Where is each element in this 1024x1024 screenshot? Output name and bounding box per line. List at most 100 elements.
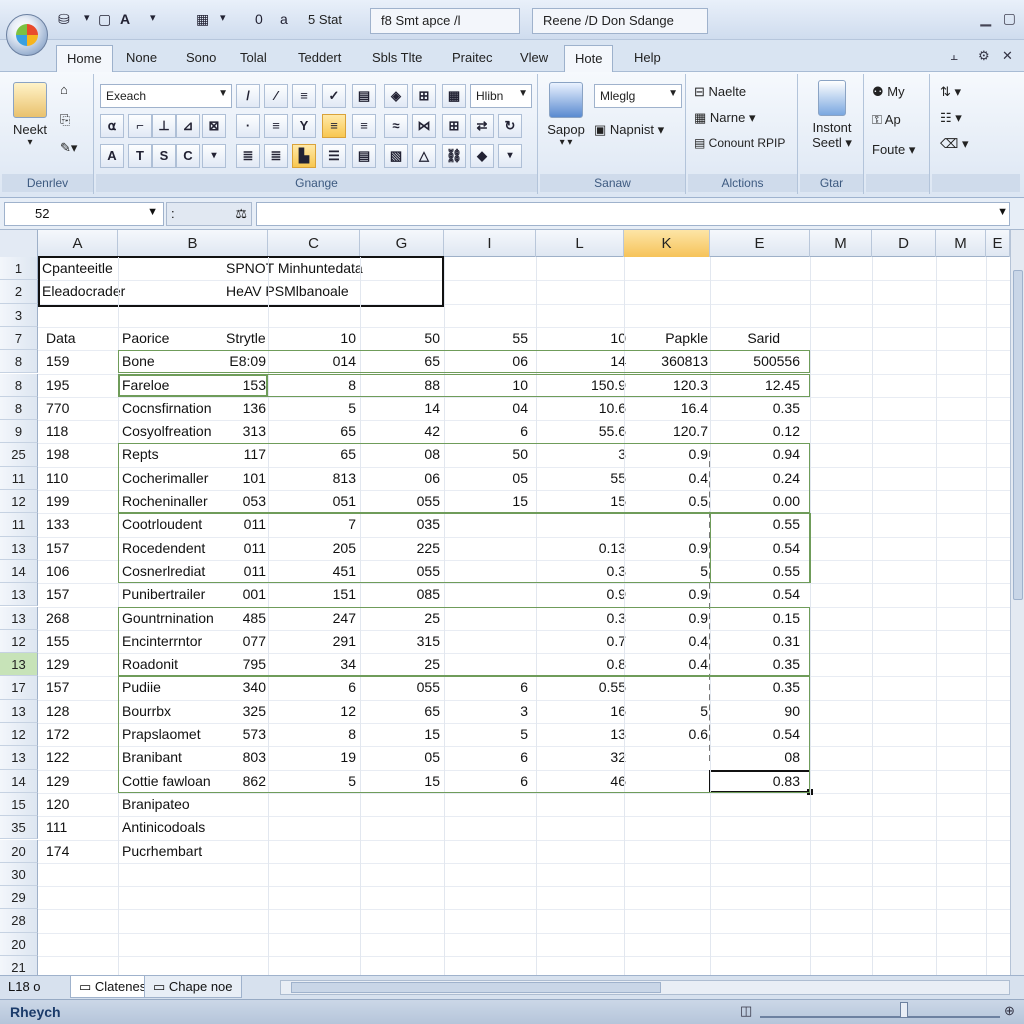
table-cell[interactable]: 485 xyxy=(200,610,266,626)
column-header[interactable]: G xyxy=(360,230,444,257)
merge-icon[interactable]: ⋈ xyxy=(412,114,436,138)
fill-down-icon[interactable]: ☷ ▾ xyxy=(940,110,962,126)
row-header[interactable]: 30 xyxy=(0,862,38,887)
table-cell[interactable]: 500556 xyxy=(720,353,800,369)
table-cell[interactable]: 0.55 xyxy=(720,563,800,579)
table-cell[interactable]: 122 xyxy=(46,749,69,765)
table-cell[interactable]: 5 xyxy=(470,726,528,742)
napnist-button[interactable]: ▣ Napnist ▾ xyxy=(594,122,664,138)
text-icon[interactable]: ⍺ xyxy=(100,114,124,138)
sheet-tab-2[interactable]: ▭ Chape noe xyxy=(144,976,242,998)
table-cell[interactable]: Punibertrailer xyxy=(122,586,205,602)
table-cell[interactable]: 5 xyxy=(630,563,708,579)
row-header[interactable]: 21 xyxy=(0,956,38,975)
fx-area[interactable]: : ⚖ xyxy=(166,202,252,226)
table-cell[interactable]: 0.35 xyxy=(720,400,800,416)
table-cell[interactable]: 055 xyxy=(380,493,440,509)
horizontal-scrollbar[interactable] xyxy=(280,980,1010,995)
row-header[interactable]: 15 xyxy=(0,792,38,817)
table-cell[interactable]: Cottie fawloan xyxy=(122,773,211,789)
font-name-combo[interactable]: Exeach ▼ xyxy=(100,84,232,108)
tab-sono[interactable]: Sono xyxy=(176,45,226,72)
table-cell[interactable]: 12.45 xyxy=(720,377,800,393)
table-header-cell[interactable]: Data xyxy=(46,330,76,346)
check-icon[interactable]: ✓ xyxy=(322,84,346,108)
table-cell[interactable]: 035 xyxy=(380,516,440,532)
table-cell[interactable]: Cootrloudent xyxy=(122,516,202,532)
row-header[interactable]: 13 xyxy=(0,746,38,770)
table-cell[interactable]: 05 xyxy=(380,749,440,765)
table-cell[interactable]: 325 xyxy=(200,703,266,719)
table-cell[interactable]: 25 xyxy=(380,610,440,626)
column-header[interactable]: K xyxy=(624,230,710,257)
refresh-icon[interactable]: ↻ xyxy=(498,114,522,138)
table-cell[interactable]: 6 xyxy=(470,749,528,765)
tab-tolal[interactable]: Tolal xyxy=(230,45,277,72)
row-header[interactable]: 35 xyxy=(0,816,38,840)
table-cell[interactable]: 15 xyxy=(560,493,626,509)
highlight-icon[interactable]: ≡ xyxy=(322,114,346,138)
column-header[interactable]: E xyxy=(986,230,1010,257)
row-header[interactable]: 28 xyxy=(0,909,38,933)
table-header-cell[interactable]: Strytle xyxy=(226,330,266,346)
table-cell[interactable]: 155 xyxy=(46,633,69,649)
table-cell[interactable]: 803 xyxy=(200,749,266,765)
table-cell[interactable]: Rocheninaller xyxy=(122,493,208,509)
row-header[interactable]: 8 xyxy=(0,373,38,397)
row-header[interactable]: 13 xyxy=(0,536,38,560)
table-cell[interactable]: 111 xyxy=(46,819,67,835)
zoom-in-icon[interactable]: ⊕ xyxy=(1004,1003,1015,1019)
link-icon[interactable]: ⛓ xyxy=(442,144,466,168)
table-cell[interactable]: Cocnsfirnation xyxy=(122,400,212,416)
table-cell[interactable]: 199 xyxy=(46,493,69,509)
row-header[interactable]: 1 xyxy=(0,257,38,281)
table-cell[interactable]: 0.4 xyxy=(630,633,708,649)
vertical-scrollbar[interactable] xyxy=(1010,230,1024,975)
table-cell[interactable]: 0.9 xyxy=(630,586,708,602)
table-cell[interactable]: 117 xyxy=(200,446,266,462)
office-button[interactable] xyxy=(6,14,48,56)
table-cell[interactable]: Rocedendent xyxy=(122,540,205,556)
right-icon[interactable]: ≣ xyxy=(264,144,288,168)
column-header[interactable]: A xyxy=(38,230,118,257)
table-header-cell[interactable]: 10 xyxy=(300,330,356,346)
select-all-corner[interactable] xyxy=(0,230,38,257)
sheet-tab-1[interactable]: ▭ Clatenes xyxy=(70,976,156,998)
table-cell[interactable]: 0.4 xyxy=(630,656,708,672)
table-cell[interactable]: 8 xyxy=(300,726,356,742)
diamond-icon[interactable]: ◆ xyxy=(470,144,494,168)
table-cell[interactable]: 6 xyxy=(470,773,528,789)
row-header[interactable]: 8 xyxy=(0,350,38,374)
tab-praitec[interactable]: Praitec xyxy=(442,45,502,72)
pin-icon[interactable]: ⫠ xyxy=(950,48,958,64)
fill-icon[interactable]: ▙ xyxy=(292,144,316,168)
insert-function-icon[interactable]: ⚖ xyxy=(235,206,247,222)
doc-title-2[interactable]: f8 Smt apce /l xyxy=(370,8,520,34)
lines-icon[interactable]: ☰ xyxy=(322,144,346,168)
name-box[interactable]: 52 ▼ xyxy=(4,202,164,226)
case-icon[interactable]: C xyxy=(176,144,200,168)
shape-icon[interactable]: ◈ xyxy=(384,84,408,108)
table-cell[interactable]: 6 xyxy=(300,679,356,695)
save-icon[interactable]: ⛁ xyxy=(58,11,70,28)
undo-icon[interactable]: ▢ xyxy=(98,11,111,28)
table-cell[interactable]: 55 xyxy=(560,470,626,486)
table-cell[interactable]: 011 xyxy=(200,540,266,556)
paste-button[interactable]: Neekt ▾ xyxy=(10,82,50,148)
qa-item-2[interactable]: 0 xyxy=(255,11,263,27)
wrap-icon[interactable]: ⇄ xyxy=(470,114,494,138)
table-cell[interactable]: 65 xyxy=(300,423,356,439)
table-cell[interactable]: 7 xyxy=(300,516,356,532)
table-cell[interactable]: 0.54 xyxy=(720,586,800,602)
row-header[interactable]: 20 xyxy=(0,932,38,956)
row-header[interactable]: 14 xyxy=(0,559,38,584)
table-cell[interactable]: 15 xyxy=(470,493,528,509)
table-cell[interactable]: 198 xyxy=(46,446,69,462)
instant-button[interactable]: Instont Seetl ▾ xyxy=(806,80,858,151)
format-icon[interactable]: ▦ xyxy=(196,11,209,28)
column-header[interactable]: M xyxy=(810,230,872,257)
table-cell[interactable]: Roadonit xyxy=(122,656,178,672)
table-cell[interactable]: 88 xyxy=(380,377,440,393)
table-cell[interactable]: 0.4 xyxy=(630,470,708,486)
table-cell[interactable]: 5 xyxy=(300,400,356,416)
